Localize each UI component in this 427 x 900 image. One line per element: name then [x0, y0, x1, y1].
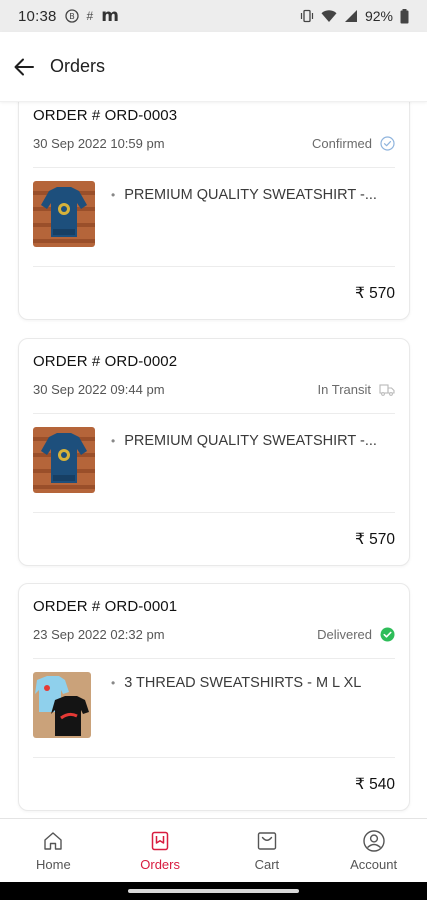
order-header: ORDER # ORD-0001 23 Sep 2022 02:32 pm De…	[33, 584, 395, 644]
nav-account[interactable]: Account	[320, 819, 427, 882]
svg-text:B: B	[69, 12, 75, 21]
m-app-icon: m	[101, 6, 119, 26]
home-icon	[41, 829, 65, 853]
orders-list[interactable]: ORDER # ORD-0003 30 Sep 2022 10:59 pm Co…	[0, 102, 427, 818]
bottom-nav: Home Orders Cart Account	[0, 818, 427, 882]
order-item[interactable]: • PREMIUM QUALITY SWEATSHIRT -...	[33, 414, 395, 512]
order-header: ORDER # ORD-0003 30 Sep 2022 10:59 pm Co…	[33, 102, 395, 153]
order-number: ORDER # ORD-0002	[33, 353, 178, 370]
vibrate-icon	[300, 9, 314, 23]
order-date: 23 Sep 2022 02:32 pm	[33, 626, 165, 642]
order-card[interactable]: ORDER # ORD-0003 30 Sep 2022 10:59 pm Co…	[18, 102, 410, 320]
product-name: • PREMIUM QUALITY SWEATSHIRT -...	[111, 187, 377, 203]
nav-account-label: Account	[350, 857, 398, 872]
status-bar: 10:38 B # m 92%	[0, 0, 427, 32]
nav-orders[interactable]: Orders	[107, 819, 214, 882]
nav-home[interactable]: Home	[0, 819, 107, 882]
product-thumbnail	[33, 181, 95, 247]
status-label: Confirmed	[312, 135, 372, 151]
bullet: •	[111, 676, 116, 690]
arrow-left-icon	[14, 58, 34, 75]
status-left: 10:38 B # m	[18, 6, 119, 26]
status-label: Delivered	[317, 626, 372, 642]
wifi-icon	[321, 9, 337, 23]
order-number: ORDER # ORD-0003	[33, 107, 178, 124]
status-right: 92%	[300, 8, 409, 24]
order-status: Confirmed	[312, 136, 395, 151]
product-title: PREMIUM QUALITY SWEATSHIRT -...	[124, 187, 377, 203]
orders-icon	[148, 829, 172, 853]
account-icon	[362, 829, 386, 853]
status-time: 10:38	[18, 7, 57, 25]
product-name: • PREMIUM QUALITY SWEATSHIRT -...	[111, 433, 377, 449]
order-item[interactable]: • 3 THREAD SWEATSHIRTS - M L XL	[33, 659, 395, 757]
nav-orders-label: Orders	[140, 857, 180, 872]
order-meta: 30 Sep 2022 10:59 pm Confirmed	[33, 133, 395, 153]
nav-cart[interactable]: Cart	[214, 819, 321, 882]
order-date: 30 Sep 2022 09:44 pm	[33, 381, 165, 397]
check-circle-outline-icon	[380, 135, 395, 151]
order-card[interactable]: ORDER # ORD-0001 23 Sep 2022 02:32 pm De…	[18, 583, 410, 811]
order-date: 30 Sep 2022 10:59 pm	[33, 135, 165, 151]
system-gesture-bar	[0, 882, 427, 900]
b-circle-icon: B	[64, 9, 79, 23]
product-thumbnail	[33, 427, 95, 493]
order-meta: 30 Sep 2022 09:44 pm In Transit	[33, 379, 395, 399]
order-number: ORDER # ORD-0001	[33, 598, 178, 615]
app-bar: Orders	[0, 32, 427, 102]
nav-cart-label: Cart	[254, 857, 280, 872]
order-total: ₹ 570	[354, 530, 395, 548]
page-title: Orders	[50, 56, 106, 76]
bullet: •	[111, 434, 116, 448]
bullet: •	[111, 188, 116, 202]
order-total: ₹ 570	[354, 284, 395, 302]
product-title: PREMIUM QUALITY SWEATSHIRT -...	[124, 433, 377, 449]
back-button[interactable]	[12, 55, 36, 79]
order-status: Delivered	[317, 627, 395, 642]
cart-icon	[255, 829, 279, 853]
truck-icon	[379, 383, 395, 396]
nav-home-label: Home	[36, 857, 71, 872]
order-total: ₹ 540	[354, 775, 395, 793]
order-card[interactable]: ORDER # ORD-0002 30 Sep 2022 09:44 pm In…	[18, 338, 410, 566]
order-meta: 23 Sep 2022 02:32 pm Delivered	[33, 624, 395, 644]
battery-text: 92%	[364, 8, 393, 24]
product-thumbnail	[33, 672, 91, 738]
status-label: In Transit	[317, 381, 371, 397]
gesture-handle[interactable]	[128, 889, 299, 893]
product-name: • 3 THREAD SWEATSHIRTS - M L XL	[111, 675, 361, 691]
order-item[interactable]: • PREMIUM QUALITY SWEATSHIRT -...	[33, 168, 395, 266]
signal-icon	[344, 9, 358, 23]
order-header: ORDER # ORD-0002 30 Sep 2022 09:44 pm In…	[33, 339, 395, 399]
product-title: 3 THREAD SWEATSHIRTS - M L XL	[124, 675, 362, 691]
check-circle-filled-icon	[380, 627, 395, 641]
order-status: In Transit	[318, 382, 395, 397]
hash-icon: #	[86, 9, 94, 23]
battery-icon	[400, 8, 409, 24]
